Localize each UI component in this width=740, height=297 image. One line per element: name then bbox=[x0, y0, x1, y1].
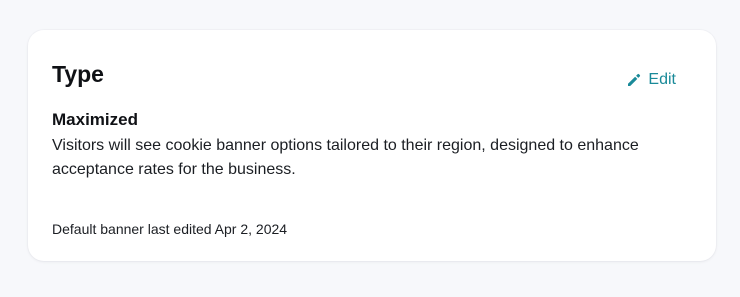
edit-button-label: Edit bbox=[648, 71, 676, 88]
type-description: Visitors will see cookie banner options … bbox=[52, 137, 639, 178]
banner-type-card: Type Edit Maximized Visitors will see co… bbox=[28, 30, 716, 261]
pencil-icon bbox=[626, 72, 642, 88]
card-title: Type bbox=[52, 61, 104, 87]
type-name: Maximized bbox=[52, 110, 138, 129]
last-edited-text: Default banner last edited Apr 2, 2024 bbox=[52, 221, 288, 237]
edit-button[interactable]: Edit bbox=[626, 70, 676, 90]
